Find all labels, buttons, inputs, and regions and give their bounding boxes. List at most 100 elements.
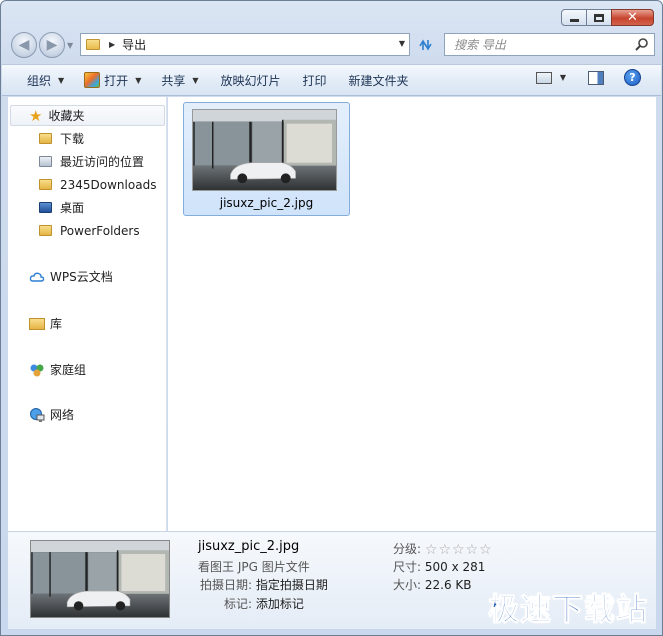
search-input[interactable]: 搜索 导出 <box>454 36 506 53</box>
navigation-pane: ★ 收藏夹 下载 最近访问的位置 2345Downloads 桌面 PowerF… <box>8 97 167 531</box>
details-date-row: 拍摄日期: 指定拍摄日期 <box>200 576 328 593</box>
organize-button[interactable]: 组织 ▼ <box>20 68 71 92</box>
details-dimensions-row: 尺寸: 500 x 281 <box>393 558 485 575</box>
forward-button[interactable]: ▶ <box>39 32 65 58</box>
maximize-icon <box>594 13 604 22</box>
refresh-button[interactable] <box>413 33 437 56</box>
command-bar: 组织 ▼ 打开 ▼ 共享 ▼ 放映幻灯片 打印 新建文件夹 ▼ ? <box>2 64 661 96</box>
details-rating-row: 分级: ☆ ☆ ☆ ☆ ☆ <box>393 540 492 558</box>
details-tags-row: 标记: 添加标记 <box>224 595 304 612</box>
toolbar-right: ▼ ? <box>535 69 661 86</box>
nav-homegroup[interactable]: 家庭组 <box>29 359 86 380</box>
address-bar[interactable]: ▶ 导出 ▼ <box>80 33 410 56</box>
nav-item-label: 2345Downloads <box>60 177 157 192</box>
desktop-icon <box>39 202 52 213</box>
share-button[interactable]: 共享 ▼ <box>154 68 205 92</box>
search-box[interactable]: 搜索 导出 <box>444 33 655 56</box>
nav-favorites-label: 收藏夹 <box>48 109 85 123</box>
downloads-folder-icon <box>39 133 52 144</box>
rating-label: 分级: <box>393 542 422 556</box>
organize-label: 组织 <box>27 73 52 88</box>
library-icon <box>29 317 45 330</box>
arrow-right-icon: ▶ <box>46 37 58 53</box>
slideshow-button[interactable]: 放映幻灯片 <box>214 68 288 92</box>
maximize-button[interactable] <box>586 9 612 26</box>
nav-wps-cloud[interactable]: WPS云文档 <box>29 266 113 287</box>
file-list: jisuxz_pic_2.jpg <box>168 97 656 531</box>
details-file-name: jisuxz_pic_2.jpg <box>198 539 300 554</box>
minimize-button[interactable] <box>561 9 587 26</box>
nav-item-label: PowerFolders <box>60 223 140 238</box>
nav-item-2345downloads[interactable]: 2345Downloads <box>39 174 156 195</box>
date-value[interactable]: 指定拍摄日期 <box>256 578 328 592</box>
star-outline-icon[interactable]: ☆ <box>479 542 492 558</box>
help-icon[interactable]: ? <box>624 69 641 86</box>
file-item[interactable]: jisuxz_pic_2.jpg <box>183 102 350 216</box>
folder-icon <box>39 225 52 236</box>
close-button[interactable]: ✕ <box>611 9 654 26</box>
breadcrumb-item[interactable]: 导出 <box>122 36 146 53</box>
size-value: 22.6 KB <box>424 578 472 592</box>
cloud-icon <box>29 272 45 282</box>
chevron-down-icon: ▼ <box>58 75 65 85</box>
tags-label: 标记: <box>224 597 253 611</box>
nav-libraries[interactable]: 库 <box>29 313 62 334</box>
nav-item-label: 最近访问的位置 <box>60 155 145 169</box>
nav-item-label: 桌面 <box>60 201 85 215</box>
recent-locations-dropdown[interactable]: ▼ <box>67 41 73 50</box>
search-icon[interactable] <box>634 37 649 52</box>
size-label: 大小: <box>393 578 422 592</box>
arrow-left-icon: ◀ <box>18 37 30 53</box>
open-label: 打开 <box>104 73 129 88</box>
star-outline-icon[interactable]: ☆ <box>452 542 465 558</box>
star-outline-icon[interactable]: ☆ <box>438 542 451 558</box>
details-file-type: 看图王 JPG 图片文件 <box>198 560 310 574</box>
new-folder-button[interactable]: 新建文件夹 <box>342 68 416 92</box>
network-icon <box>30 407 45 422</box>
image-viewer-icon <box>84 72 101 88</box>
back-button[interactable]: ◀ <box>11 32 37 58</box>
nav-item-desktop[interactable]: 桌面 <box>39 197 84 218</box>
caption-buttons: ✕ <box>561 9 654 26</box>
details-size-row: 大小: 22.6 KB <box>393 576 472 593</box>
minimize-icon <box>569 19 579 22</box>
open-button[interactable]: 打开 ▼ <box>77 68 148 92</box>
breadcrumb-arrow-icon[interactable]: ▶ <box>109 40 115 49</box>
preview-pane-icon[interactable] <box>588 70 604 85</box>
print-button[interactable]: 打印 <box>296 68 334 92</box>
nav-favorites[interactable]: ★ 收藏夹 <box>10 105 165 126</box>
dimensions-label: 尺寸: <box>393 560 422 574</box>
homegroup-icon <box>30 364 44 376</box>
change-view-icon[interactable] <box>535 71 552 84</box>
explorer-window: ✕ ◀ ▶ ▼ ▶ 导出 ▼ 搜索 导出 组织 ▼ 打开 ▼ 共享 ▼ 放映幻灯… <box>0 0 663 636</box>
star-outline-icon[interactable]: ☆ <box>466 542 479 558</box>
rating-stars[interactable]: ☆ ☆ ☆ ☆ ☆ <box>425 542 492 558</box>
print-label: 打印 <box>302 73 327 88</box>
nav-network-label: 网络 <box>50 408 75 422</box>
date-label: 拍摄日期: <box>200 578 253 592</box>
watermark-logo: 极速下载站 <box>488 592 648 629</box>
close-icon: ✕ <box>627 10 638 25</box>
details-thumbnail <box>30 540 170 618</box>
nav-item-downloads[interactable]: 下载 <box>39 128 84 149</box>
nav-item-label: 下载 <box>60 132 85 146</box>
file-name: jisuxz_pic_2.jpg <box>219 196 314 210</box>
star-outline-icon[interactable]: ☆ <box>425 542 438 558</box>
tags-value[interactable]: 添加标记 <box>256 597 304 611</box>
nav-item-recent[interactable]: 最近访问的位置 <box>39 151 144 172</box>
star-icon: ★ <box>29 106 43 125</box>
share-label: 共享 <box>161 73 186 88</box>
folder-icon <box>86 39 100 50</box>
refresh-icon <box>419 38 432 51</box>
chevron-down-icon: ▼ <box>192 75 199 85</box>
nav-homegroup-label: 家庭组 <box>50 363 87 377</box>
new-folder-label: 新建文件夹 <box>348 73 409 88</box>
nav-network[interactable]: 网络 <box>29 404 74 425</box>
nav-item-powerfolders[interactable]: PowerFolders <box>39 220 140 241</box>
folder-icon <box>39 179 52 190</box>
view-dropdown-icon[interactable]: ▼ <box>560 73 566 82</box>
nav-libraries-label: 库 <box>50 317 63 331</box>
image-thumbnail <box>192 109 337 191</box>
recent-places-icon <box>39 156 52 167</box>
address-dropdown-icon[interactable]: ▼ <box>399 39 405 48</box>
